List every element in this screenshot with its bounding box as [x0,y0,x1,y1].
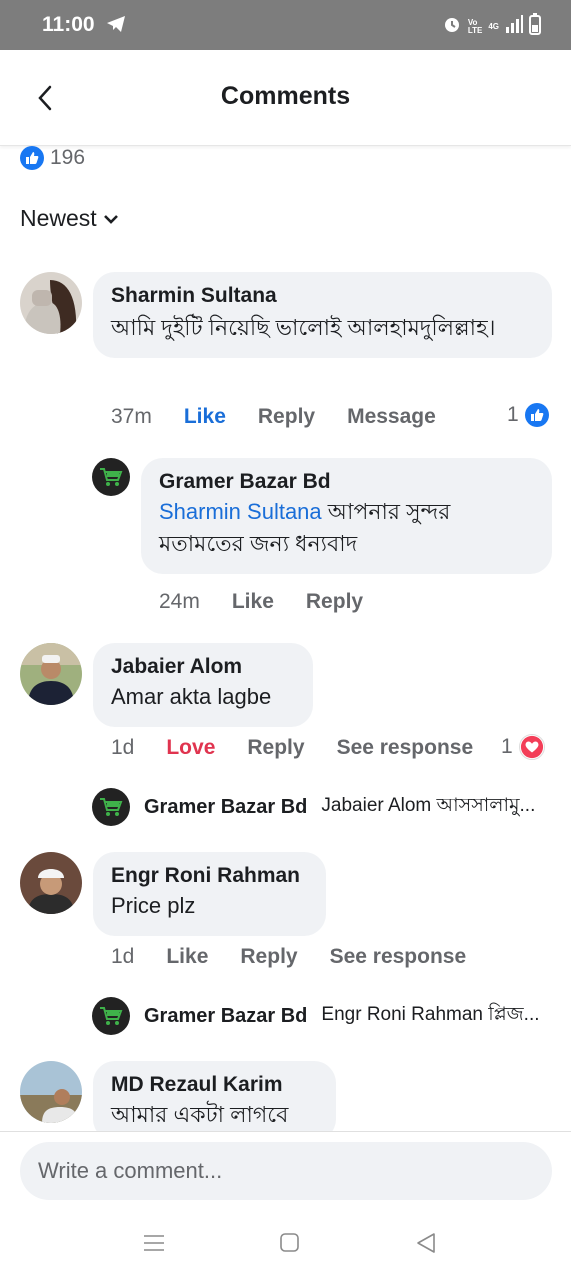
comment-time: 37m [111,405,152,428]
home-button[interactable] [278,1231,308,1261]
like-button[interactable]: Like [184,405,226,429]
comment-bubble[interactable]: Jabaier Alom Amar akta lagbe [93,643,313,727]
comment-actions: 1d Love Reply See response [111,736,505,760]
see-response-button[interactable]: See response [330,945,467,969]
chevron-down-icon [103,214,118,224]
comment-time: 1d [111,736,135,759]
menu-icon [144,1235,164,1251]
love-button[interactable]: Love [166,736,215,760]
reply-preview-author: Gramer Bazar Bd [144,1004,308,1027]
reply-preview-text: Engr Roni Rahman প্লিজ... [321,1004,540,1025]
comment-actions: 1d Like Reply See response [111,945,498,969]
cart-icon [100,468,123,486]
reply-time: 24m [159,590,200,613]
comment-input[interactable] [20,1142,552,1200]
page-title: Comments [220,82,351,110]
page-avatar [92,788,130,826]
see-response-button[interactable]: See response [337,736,474,760]
reply-actions: 24m Like Reply [159,590,395,614]
comment-bubble[interactable]: Sharmin Sultana আমি দুইটি নিয়েছি ভালোই … [93,272,552,358]
cart-icon [100,798,123,816]
avatar[interactable] [20,1061,82,1123]
reply-text: Sharmin Sultana আপনার সুন্দর মতামতের জন্… [159,496,534,560]
reply-button[interactable]: Reply [306,590,363,614]
page-avatar [92,997,130,1035]
comment-author[interactable]: Jabaier Alom [111,655,295,679]
page-avatar[interactable] [92,458,130,496]
reactions-summary[interactable]: 196 [20,146,85,170]
comment-author[interactable]: Engr Roni Rahman [111,864,308,888]
reply-author[interactable]: Gramer Bazar Bd [159,470,534,494]
battery-icon [529,13,541,40]
avatar[interactable] [20,643,82,705]
like-button[interactable]: Like [232,590,274,614]
reaction-count-value: 1 [507,403,519,426]
status-icons: Vo LTE 4G [442,13,541,40]
status-time: 11:00 [42,13,95,36]
sort-label: Newest [20,205,97,231]
comment-reaction-count[interactable]: 1 [501,734,545,760]
network-label: Vo LTE [467,18,483,35]
reply-button[interactable]: Reply [258,405,315,429]
network-type: 4G [488,21,499,31]
signal-icon [505,15,523,38]
system-nav-bar [0,1211,571,1280]
recent-apps-button[interactable] [142,1231,172,1261]
like-button[interactable]: Like [166,945,208,969]
reply-button[interactable]: Reply [240,945,297,969]
message-button[interactable]: Message [347,405,436,429]
back-nav-button[interactable] [414,1231,444,1261]
home-square-icon [280,1233,299,1252]
comment-bubble[interactable]: MD Rezaul Karim আমার একটা লাগবে [93,1061,336,1141]
reaction-count-value: 1 [501,735,513,758]
comment-reaction-count[interactable]: 1 [507,403,549,427]
cart-icon [100,1007,123,1025]
avatar[interactable] [20,852,82,914]
comment-text: Price plz [111,893,196,918]
avatar[interactable] [20,272,82,334]
comment-author[interactable]: Sharmin Sultana [111,284,534,308]
reply-preview-author: Gramer Bazar Bd [144,795,308,818]
comment-text: আমার একটা লাগবে [111,1102,289,1127]
comment-time: 1d [111,945,135,968]
status-bar: 11:00 Vo LTE 4G [0,0,571,50]
reactions-count: 196 [50,146,86,169]
reply-preview[interactable]: Gramer Bazar Bd Jabaier Alom আসসালামু... [92,788,552,826]
comment-author[interactable]: MD Rezaul Karim [111,1073,318,1097]
comment-actions: 37m Like Reply Message [111,405,468,429]
back-triangle-icon [417,1233,435,1253]
network-label-bottom: LTE [467,25,483,35]
reply-bubble[interactable]: Gramer Bazar Bd Sharmin Sultana আপনার সু… [141,458,552,574]
heart-icon [518,734,545,760]
header: Comments [0,50,571,146]
like-icon [524,403,549,427]
comment-bubble[interactable]: Engr Roni Rahman Price plz [93,852,326,936]
like-icon [20,146,44,170]
composer-bar [0,1131,571,1211]
reply-preview[interactable]: Gramer Bazar Bd Engr Roni Rahman প্লিজ..… [92,997,552,1035]
reply-button[interactable]: Reply [247,736,304,760]
alarm-icon [442,14,462,39]
reply-preview-text: Jabaier Alom আসসালামু... [321,795,536,816]
comment-text: Amar akta lagbe [111,684,272,709]
telegram-icon [106,15,126,38]
mention-link[interactable]: Sharmin Sultana [159,499,322,524]
sort-dropdown[interactable]: Newest [20,205,119,232]
comment-text: আমি দুইটি নিয়েছি ভালোই আলহামদুলিল্লাহ। [111,315,496,340]
